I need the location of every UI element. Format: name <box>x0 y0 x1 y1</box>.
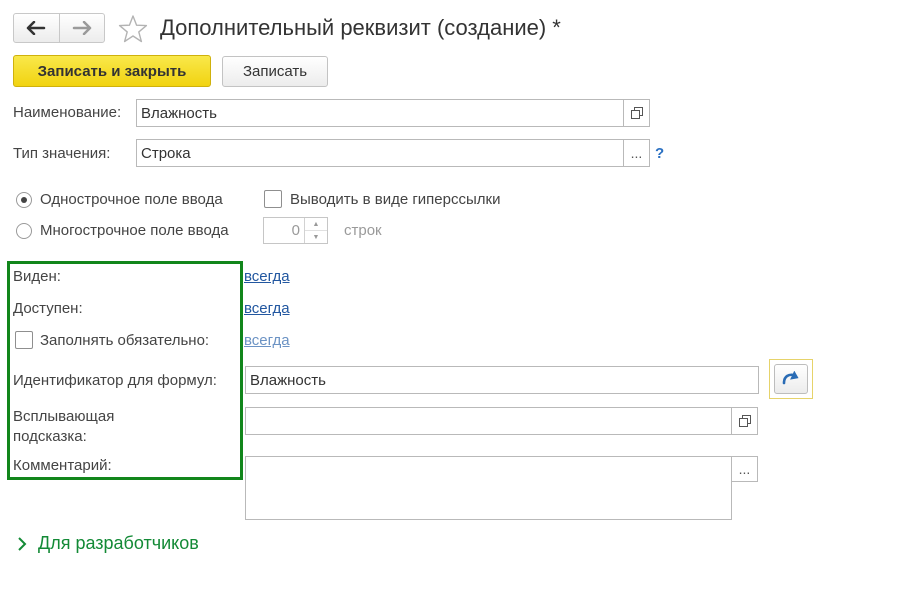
arrow-left-icon <box>27 21 46 35</box>
hyperlink-checkbox[interactable] <box>264 190 282 208</box>
required-label: Заполнять обязательно: <box>40 332 210 349</box>
page-title: Дополнительный реквизит (создание) * <box>160 15 561 40</box>
save-and-close-button[interactable]: Записать и закрыть <box>13 55 211 87</box>
lines-unit-label: строк <box>344 222 382 239</box>
comment-textarea[interactable] <box>245 456 732 520</box>
lines-count-value: 0 <box>291 222 300 239</box>
visible-link[interactable]: всегда <box>244 268 290 285</box>
tooltip-label-line1: Всплывающая <box>13 408 115 425</box>
available-label: Доступен: <box>13 300 83 317</box>
required-checkbox[interactable] <box>15 331 33 349</box>
highlight-frame <box>7 261 243 480</box>
navigation-buttons <box>13 13 105 43</box>
developers-section-toggle[interactable]: Для разработчиков <box>16 533 199 554</box>
stepper-up-icon[interactable]: ▲ <box>305 218 327 230</box>
select-type-button[interactable]: ... <box>623 139 650 167</box>
lines-count-stepper[interactable]: 0 ▲ ▼ <box>263 217 328 244</box>
generate-identifier-button[interactable] <box>769 359 813 399</box>
identifier-label: Идентификатор для формул: <box>13 372 217 389</box>
multi-line-radio[interactable] <box>16 223 32 239</box>
developers-section-label: Для разработчиков <box>38 533 199 553</box>
multi-line-label: Многострочное поле ввода <box>40 222 229 239</box>
required-link[interactable]: всегда <box>244 332 290 349</box>
star-icon[interactable] <box>118 14 148 44</box>
chevron-right-icon <box>18 536 27 551</box>
help-icon[interactable]: ? <box>655 145 664 162</box>
stepper-down-icon[interactable]: ▼ <box>305 230 327 243</box>
type-input[interactable]: Строка <box>136 139 624 167</box>
name-input[interactable]: Влажность <box>136 99 624 127</box>
single-line-label: Однострочное поле ввода <box>40 191 223 208</box>
comment-label: Комментарий: <box>13 457 112 474</box>
comment-edit-button[interactable]: ... <box>731 456 758 482</box>
forward-button[interactable] <box>58 14 105 42</box>
visible-label: Виден: <box>13 268 61 285</box>
arrow-right-icon <box>72 21 91 35</box>
available-link[interactable]: всегда <box>244 300 290 317</box>
open-name-button[interactable] <box>623 99 650 127</box>
single-line-radio[interactable] <box>16 192 32 208</box>
open-tooltip-button[interactable] <box>731 407 758 435</box>
save-button[interactable]: Записать <box>222 56 328 87</box>
tooltip-input[interactable] <box>245 407 732 435</box>
hyperlink-label: Выводить в виде гиперссылки <box>290 191 501 208</box>
open-window-icon <box>738 415 751 427</box>
identifier-input[interactable]: Влажность <box>245 366 759 394</box>
name-label: Наименование: <box>13 104 122 121</box>
open-window-icon <box>630 107 643 119</box>
tooltip-label-line2: подсказка: <box>13 428 87 445</box>
type-label: Тип значения: <box>13 145 111 162</box>
curved-arrow-icon <box>782 371 799 385</box>
back-button[interactable] <box>14 14 59 42</box>
